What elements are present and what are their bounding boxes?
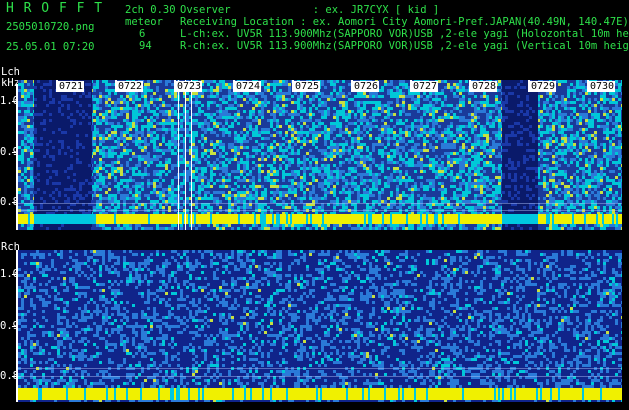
filename: 2505010720.png: [6, 21, 95, 33]
rch-spectrogram[interactable]: [18, 250, 622, 402]
time-tick: [56, 80, 58, 92]
app-title: H R O F F T: [6, 1, 104, 16]
time-tick: [292, 80, 294, 92]
time-tick: [233, 80, 235, 92]
location-info: Receiving Location : ex. Aomori City Aom…: [180, 16, 629, 28]
time-tick: [410, 80, 412, 92]
meteor-count-l: 6: [139, 28, 146, 40]
time-tick: [351, 80, 353, 92]
time-tick: [115, 80, 117, 92]
datetime: 25.05.01 07:20: [6, 41, 95, 53]
time-label: 0721: [58, 81, 85, 92]
lch-spectrogram-canvas: [18, 80, 622, 230]
time-label: 0729: [530, 81, 557, 92]
lch-spectrogram[interactable]: [18, 80, 622, 230]
time-label: 0726: [353, 81, 380, 92]
meteor-label: meteor: [125, 16, 163, 28]
time-label: 0723: [176, 81, 203, 92]
lch-info: L-ch:ex. UV5R 113.900Mhz(SAPPORO VOR)USB…: [180, 28, 629, 40]
meteor-count-r: 94: [139, 40, 152, 52]
time-tick: [587, 80, 589, 92]
time-tick: [528, 80, 530, 92]
time-tick: [174, 80, 176, 92]
time-label: 0724: [235, 81, 262, 92]
time-label: 0725: [294, 81, 321, 92]
time-label: 0730: [589, 81, 616, 92]
time-label: 0722: [117, 81, 144, 92]
rch-info: R-ch:ex. UV5R 113.900Mhz(SAPPORO VOR)USB…: [180, 40, 629, 52]
time-tick: [469, 80, 471, 92]
time-label: 0727: [412, 81, 439, 92]
mode-label: 2ch 0.30: [125, 4, 176, 16]
time-label: 0728: [471, 81, 498, 92]
observer-info: Ovserver : ex. JR7CYX [ kid ]: [180, 4, 440, 16]
rch-spectrogram-canvas: [18, 250, 622, 402]
